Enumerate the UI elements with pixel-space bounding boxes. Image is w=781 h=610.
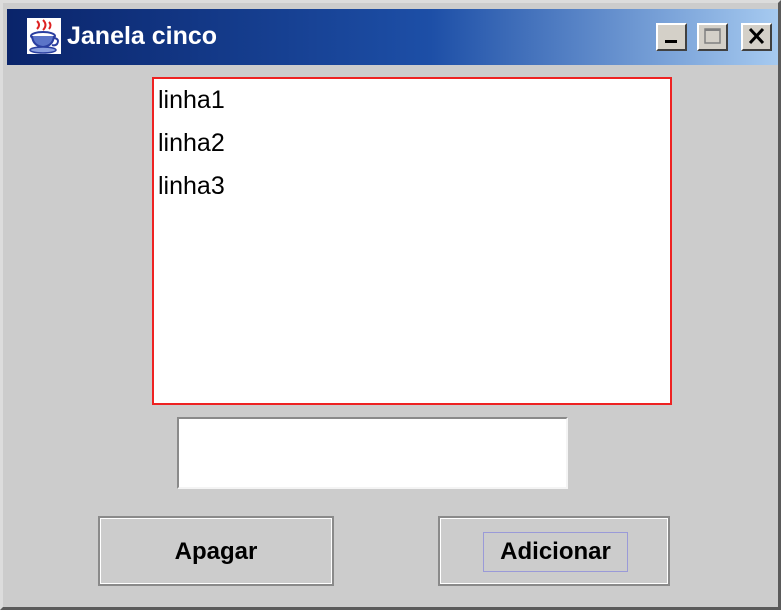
focus-indicator: Adicionar xyxy=(483,532,628,572)
list-item[interactable]: linha2 xyxy=(158,128,225,158)
delete-button-label: Apagar xyxy=(174,538,258,565)
title-bar[interactable]: Janela cinco xyxy=(7,9,778,65)
app-window: Janela cinco linha1 linha2 linha3 Apagar… xyxy=(0,0,781,610)
maximize-button[interactable] xyxy=(697,23,728,51)
add-button-label: Adicionar xyxy=(500,538,611,565)
window-title: Janela cinco xyxy=(67,22,218,50)
list-item[interactable]: linha3 xyxy=(158,171,225,201)
delete-button[interactable]: Apagar xyxy=(98,516,334,586)
add-button[interactable]: Adicionar xyxy=(438,516,670,586)
item-list[interactable]: linha1 linha2 linha3 xyxy=(152,77,672,405)
item-text-input[interactable] xyxy=(177,417,568,489)
minimize-button[interactable] xyxy=(656,23,687,51)
list-item[interactable]: linha1 xyxy=(158,85,225,115)
java-coffee-cup-icon[interactable] xyxy=(27,18,61,54)
close-button[interactable] xyxy=(741,23,772,51)
